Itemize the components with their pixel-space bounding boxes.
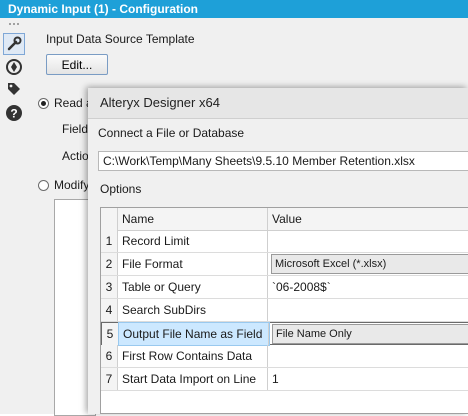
- row-number: 6: [101, 345, 118, 367]
- svg-text:?: ?: [10, 107, 17, 121]
- option-value[interactable]: 1: [268, 368, 468, 390]
- option-name: Record Limit: [118, 230, 268, 252]
- option-name: Start Data Import on Line: [118, 368, 268, 390]
- wrench-icon[interactable]: [3, 33, 25, 55]
- grid-row-first-row-data[interactable]: 6 First Row Contains Data: [101, 345, 468, 368]
- navigation-icon[interactable]: [5, 58, 23, 76]
- row-number: 1: [101, 230, 118, 252]
- read-radio[interactable]: [38, 98, 49, 109]
- option-name: First Row Contains Data: [118, 345, 268, 367]
- row-number: 3: [101, 276, 118, 298]
- field-label: Field: [62, 122, 89, 136]
- option-value[interactable]: [268, 345, 468, 367]
- grid-row-start-import-line[interactable]: 7 Start Data Import on Line 1: [101, 368, 468, 391]
- modify-option-label: Modify: [54, 178, 90, 192]
- value-column-header[interactable]: Value: [268, 208, 468, 230]
- grid-row-search-subdirs[interactable]: 4 Search SubDirs: [101, 299, 468, 322]
- grid-row-record-limit[interactable]: 1 Record Limit: [101, 230, 468, 253]
- option-name: File Format: [118, 253, 268, 275]
- option-name: Search SubDirs: [118, 299, 268, 321]
- row-number: 5: [102, 323, 119, 345]
- tag-icon[interactable]: [5, 80, 23, 98]
- row-number: 4: [101, 299, 118, 321]
- options-grid: Name Value 1 Record Limit 2 File Format …: [100, 207, 468, 414]
- row-number: 7: [101, 368, 118, 390]
- grid-row-output-file-name[interactable]: 5 Output File Name as Field File Name On…: [101, 322, 468, 346]
- option-value[interactable]: [268, 230, 468, 252]
- dialog-title: Alteryx Designer x64: [88, 88, 468, 119]
- option-name: Output File Name as Field: [118, 322, 270, 346]
- file-path-field[interactable]: C:\Work\Temp\Many Sheets\9.5.10 Member R…: [98, 151, 468, 171]
- options-label: Options: [100, 182, 142, 196]
- option-name: Table or Query: [118, 276, 268, 298]
- output-file-name-dropdown[interactable]: File Name Only: [272, 324, 468, 344]
- grip-icon: [9, 23, 19, 25]
- grid-header: Name Value: [101, 208, 468, 231]
- file-format-dropdown[interactable]: Microsoft Excel (*.xlsx): [271, 254, 468, 274]
- template-label: Input Data Source Template: [46, 32, 195, 46]
- read-option-label: Read a: [54, 96, 93, 110]
- grid-row-table-or-query[interactable]: 3 Table or Query `06-2008$`: [101, 276, 468, 299]
- action-label: Actio: [62, 149, 89, 163]
- help-icon[interactable]: ?: [5, 104, 23, 122]
- option-value[interactable]: [268, 299, 468, 321]
- left-toolbar: ?: [0, 18, 29, 414]
- edit-button[interactable]: Edit...: [46, 54, 108, 75]
- modify-radio[interactable]: [38, 180, 49, 191]
- grid-row-file-format[interactable]: 2 File Format Microsoft Excel (*.xlsx): [101, 253, 468, 276]
- name-column-header[interactable]: Name: [118, 208, 268, 230]
- row-number-header: [101, 208, 118, 230]
- connect-prompt: Connect a File or Database: [98, 126, 245, 140]
- option-value[interactable]: `06-2008$`: [268, 276, 468, 298]
- connect-dialog: Alteryx Designer x64 Connect a File or D…: [88, 88, 468, 414]
- row-number: 2: [101, 253, 118, 275]
- config-window-title: Dynamic Input (1) - Configuration: [0, 0, 468, 18]
